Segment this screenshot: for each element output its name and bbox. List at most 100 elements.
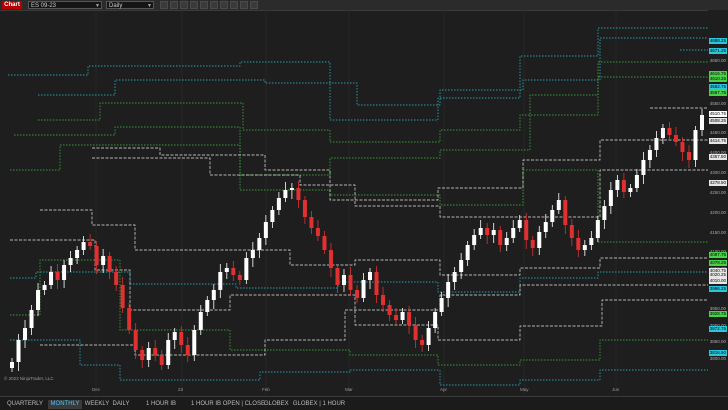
candle-bullish [459,260,464,272]
price-label: 4357.50 [708,154,727,160]
tab-weekly[interactable]: WEEKLY [84,400,110,409]
candle-bullish [205,300,210,312]
candle-bullish [537,232,542,248]
crosshair-icon[interactable] [180,1,188,9]
candle-bearish [569,225,574,238]
level-line [10,339,708,386]
candle-bullish [647,150,652,160]
candle-bullish [211,290,216,300]
tab-globex[interactable]: GLOBEX [264,400,289,409]
tab-globex-1-hour-ib[interactable]: GLOBEX | 1 HOUR IB [292,400,346,409]
price-axis[interactable]: 4688.25 4671.25 4650.00 4616.75 4610.25 4592.… [708,10,728,395]
candle-bullish [660,128,665,138]
candle-bullish [263,222,268,238]
date-label: 23 [178,387,184,392]
order-icon[interactable] [220,1,228,9]
candle-bearish [107,256,112,272]
tab-quarterly[interactable]: QUARTERLY [4,400,46,409]
candle-bullish [81,242,86,250]
candle-bearish [315,228,320,236]
instrument-selector[interactable]: ES 09-23 ▼ [28,1,102,9]
candle-bullish [270,210,275,222]
tab-1-hour-ib-open-close[interactable]: 1 HOUR IB OPEN | CLOSE [188,400,268,409]
tools-icon[interactable] [250,1,258,9]
dom-icon[interactable] [210,1,218,9]
tab-1-hour-ib-open[interactable]: 1 HOUR IB OPEN [138,400,184,409]
candle-bearish [420,340,425,345]
candle-bearish [185,345,190,355]
interval-value: Daily [109,3,123,9]
candle-bullish [368,272,373,280]
candle-bearish [621,180,626,192]
candle-bullish [693,130,698,160]
candle-bearish [348,275,353,290]
candle-bullish [341,275,346,285]
candle-bearish [159,355,164,365]
candle-bearish [55,272,60,280]
price-chart-plot[interactable] [0,10,708,395]
price-label: 3872.75 [708,326,727,332]
price-label: 4650.00 [709,58,726,63]
price-label: 4300.00 [709,170,726,175]
candle-bullish [250,250,255,258]
candle-bullish [166,340,171,365]
candle-bullish [472,235,477,245]
price-label: 4200.00 [709,210,726,215]
candle-bullish [433,312,438,328]
date-label: Feb [262,387,270,392]
candle-bearish [88,242,93,246]
candle-bullish [452,272,457,282]
candle-bullish [628,188,633,192]
candle-bullish [146,348,151,360]
chart-window: Chart ES 09-23 ▼ Daily ▼ 4688.25 4671.25 465… [0,0,728,410]
tab-monthly[interactable]: MONTHLY [48,400,82,409]
candle-bearish [120,285,125,308]
candle-bullish [257,238,262,250]
candle-bullish [361,280,366,298]
candle-bullish [582,245,587,250]
candle-bullish [511,228,516,238]
candle-bearish [498,230,503,245]
price-label: 4097.75 [708,252,727,258]
candle-bullish [62,265,67,280]
candle-bearish [374,272,379,295]
price-label: 4688.25 [708,38,727,44]
candle-bullish [491,230,496,235]
price-label: 4550.00 [709,101,726,106]
interval-selector[interactable]: Daily ▼ [106,1,154,9]
layout-icon[interactable] [200,1,208,9]
candle-bearish [302,200,307,217]
chart-app-tab[interactable]: Chart [2,1,22,9]
candle-bearish [322,236,327,250]
candle-bullish [589,238,594,245]
price-label: 3800.00 [709,356,726,361]
candle-bearish [673,135,678,142]
level-line [40,284,708,356]
candle-bullish [283,190,288,198]
candle-bearish [355,290,359,298]
gear-icon[interactable] [170,1,178,9]
share-icon[interactable] [240,1,248,9]
candle-bearish [576,238,581,250]
zoom-icon[interactable] [190,1,198,9]
date-label: Apr [440,387,448,392]
chart-tab-bar: QUARTERLYMONTHLYWEEKLYDAILY 1 HOUR IB OPE… [0,396,728,410]
candle-bearish [309,217,314,228]
candle-bullish [198,312,203,330]
candle-bullish [23,328,28,340]
candle-bullish [615,180,620,190]
price-label: 4414.75 [708,138,727,144]
candle-bearish [133,330,138,350]
candle-bullish [517,220,522,228]
candle-bullish [244,258,249,280]
drawing-icon[interactable] [160,1,168,9]
candle-bullish [49,272,54,285]
candle-bearish [296,188,301,200]
candle-bullish [68,258,73,265]
price-label: 4150.00 [709,230,726,235]
date-label: May [520,387,529,392]
template-icon[interactable] [230,1,238,9]
candle-bearish [381,295,386,305]
candle-bearish [530,240,535,248]
tab-daily[interactable]: DAILY [112,400,130,409]
